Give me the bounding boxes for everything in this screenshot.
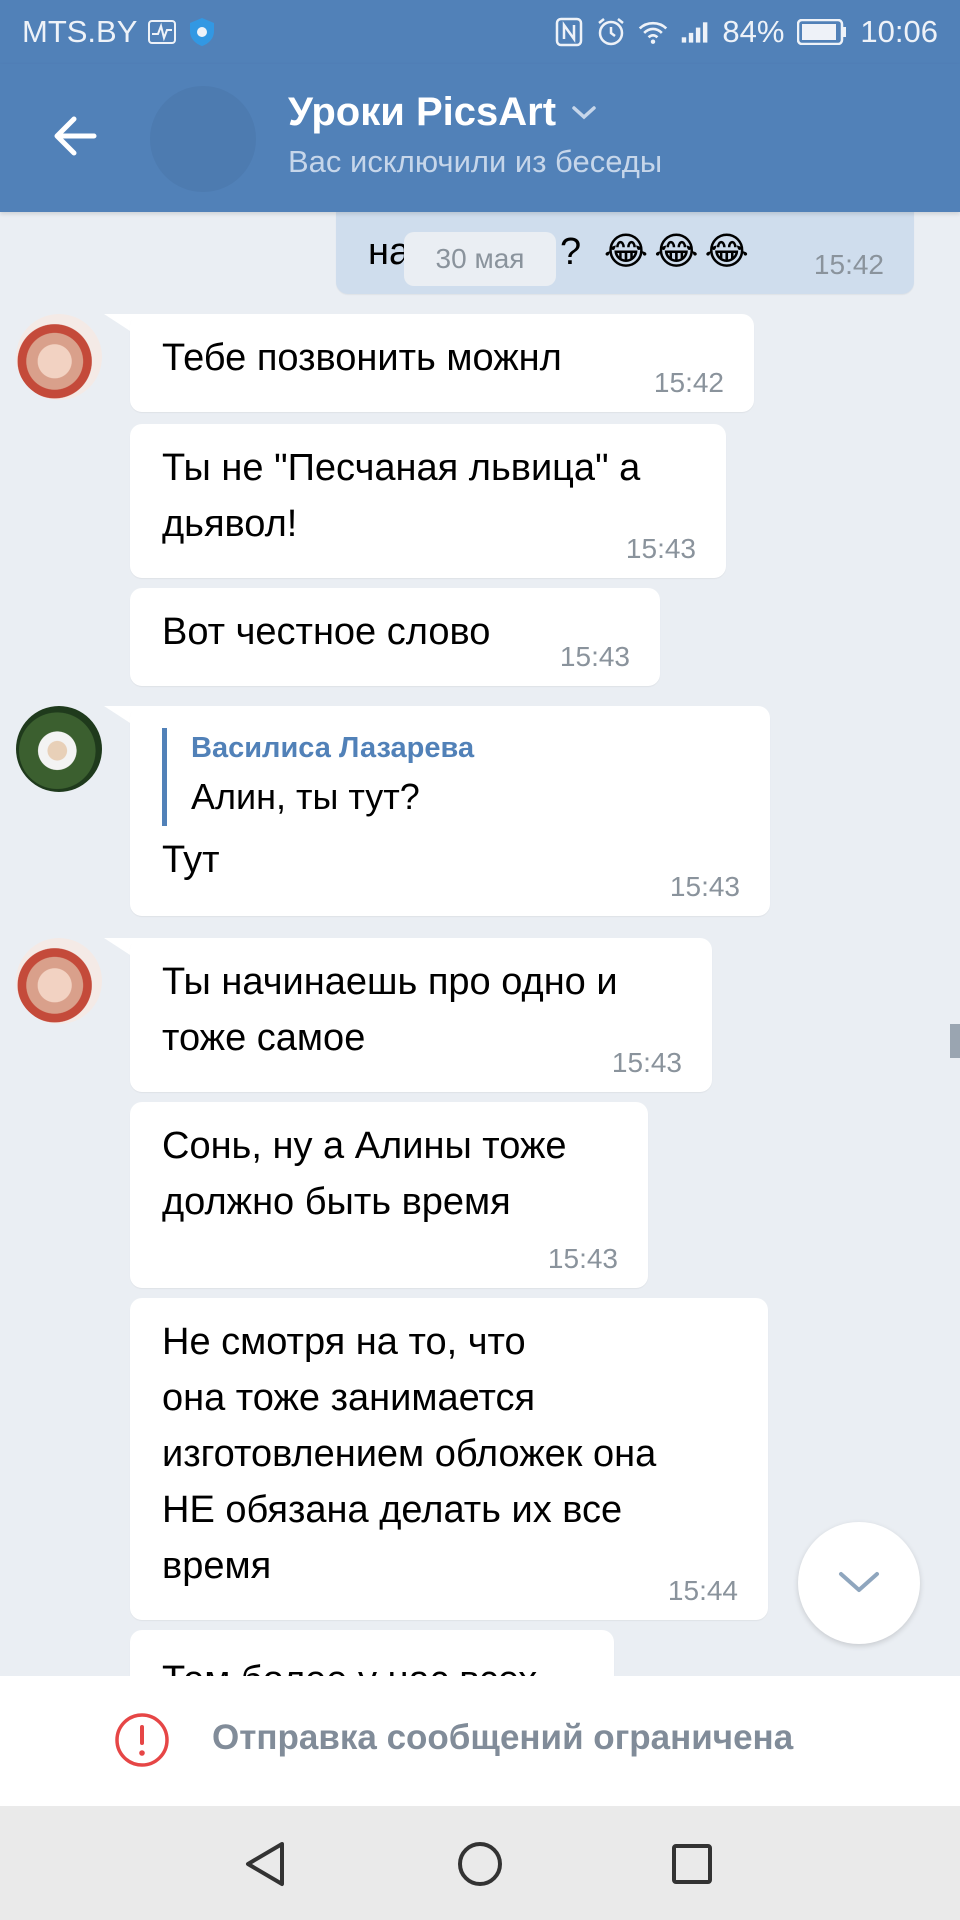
- nav-back-icon[interactable]: [238, 1836, 294, 1892]
- message-line: время: [162, 1545, 272, 1587]
- activity-icon: [147, 17, 177, 47]
- message-incoming[interactable]: Вот честное слово 15:43: [130, 588, 660, 686]
- restriction-bar: Отправка сообщений ограничена: [0, 1676, 960, 1806]
- message-incoming[interactable]: Не смотря на то, что она тоже занимается…: [130, 1298, 768, 1620]
- reply-author: Василиса Лазарева: [191, 732, 475, 764]
- message-line: НЕ обязана делать их все: [162, 1489, 623, 1531]
- message-line: она тоже занимается: [162, 1377, 536, 1419]
- message-incoming-reply[interactable]: Василиса Лазарева Алин, ты тут? Тут 15:4…: [130, 706, 770, 916]
- scroll-to-bottom-button[interactable]: [798, 1522, 920, 1644]
- message-line: Не смотря на то, что: [162, 1321, 526, 1363]
- message-incoming[interactable]: Тем более у нас всех: [130, 1630, 614, 1676]
- message-text: Тебе позвонить можнл: [162, 337, 562, 379]
- shield-icon: [187, 17, 217, 47]
- message-time: 15:43: [547, 1243, 618, 1274]
- chat-header: Уроки PicsArt Вас исключили из беседы: [0, 64, 960, 212]
- message-text-end: ? 😂😂😂: [560, 231, 755, 273]
- signal-icon: [680, 17, 710, 47]
- message-time: 15:44: [667, 1575, 738, 1606]
- message-text: Ты начинаешь про одно и: [162, 961, 618, 1003]
- chat-title-text: Уроки PicsArt: [288, 90, 557, 134]
- carrier-label: MTS.BY: [22, 14, 138, 49]
- chat-title[interactable]: Уроки PicsArt: [288, 90, 598, 135]
- clock: 10:06: [860, 14, 938, 49]
- date-chip: 30 мая: [404, 232, 556, 286]
- status-right: 84% 10:06: [554, 14, 938, 50]
- restriction-text: Отправка сообщений ограничена: [212, 1718, 794, 1757]
- nfc-icon: [554, 17, 584, 47]
- chevron-down-icon: [572, 105, 596, 119]
- avatar[interactable]: [16, 938, 102, 1024]
- nav-recents-icon[interactable]: [664, 1836, 720, 1892]
- message-incoming[interactable]: Ты не "Песчаная львица" а дьявол! 15:43: [130, 424, 726, 578]
- wifi-icon: [638, 17, 668, 47]
- message-time: 15:43: [611, 1047, 682, 1078]
- message-incoming[interactable]: Сонь, ну а Алины тоже должно быть время …: [130, 1102, 648, 1288]
- status-left: MTS.BY: [22, 14, 217, 50]
- message-text-line2: тоже самое: [162, 1017, 366, 1059]
- back-arrow-icon[interactable]: [48, 108, 104, 164]
- alarm-icon: [596, 17, 626, 47]
- avatar[interactable]: [16, 706, 102, 792]
- reply-text: Алин, ты тут?: [191, 776, 420, 817]
- message-list[interactable]: на ? 😂😂😂 15:42 30 мая Тебе позвонить мож…: [0, 212, 960, 1676]
- message-text: Ты не "Песчаная львица" а: [162, 447, 641, 489]
- message-time: 15:43: [559, 641, 630, 672]
- message-line: изготовлением обложек она: [162, 1433, 657, 1475]
- message-incoming[interactable]: Тебе позвонить можнл 15:42: [130, 314, 754, 412]
- message-text-line2: должно быть время: [162, 1181, 511, 1223]
- reply-quote[interactable]: Василиса Лазарева Алин, ты тут?: [162, 728, 474, 826]
- message-time: 15:42: [813, 249, 884, 280]
- message-text: Сонь, ну а Алины тоже: [162, 1125, 567, 1167]
- message-text: Вот честное слово: [162, 611, 491, 653]
- warning-icon: [114, 1712, 170, 1768]
- battery-icon: [796, 17, 848, 47]
- message-text-line2: дьявол!: [162, 503, 298, 545]
- message-time: 15:43: [669, 871, 740, 902]
- status-bar: MTS.BY 84% 10:06: [0, 0, 960, 64]
- nav-home-icon[interactable]: [452, 1836, 508, 1892]
- message-time: 15:42: [653, 367, 724, 398]
- avatar[interactable]: [16, 314, 102, 400]
- message-incoming[interactable]: Ты начинаешь про одно и тоже самое 15:43: [130, 938, 712, 1092]
- chevron-down-icon: [839, 1572, 879, 1592]
- system-nav-bar: [0, 1806, 960, 1920]
- chat-avatar[interactable]: [150, 86, 256, 192]
- scrollbar-thumb[interactable]: [950, 1024, 960, 1058]
- message-text: Тем более у нас всех: [162, 1659, 537, 1676]
- battery-label: 84%: [722, 14, 785, 49]
- message-text: Тут: [162, 839, 220, 881]
- message-time: 15:43: [625, 533, 696, 564]
- chat-subtitle: Вас исключили из беседы: [288, 144, 663, 179]
